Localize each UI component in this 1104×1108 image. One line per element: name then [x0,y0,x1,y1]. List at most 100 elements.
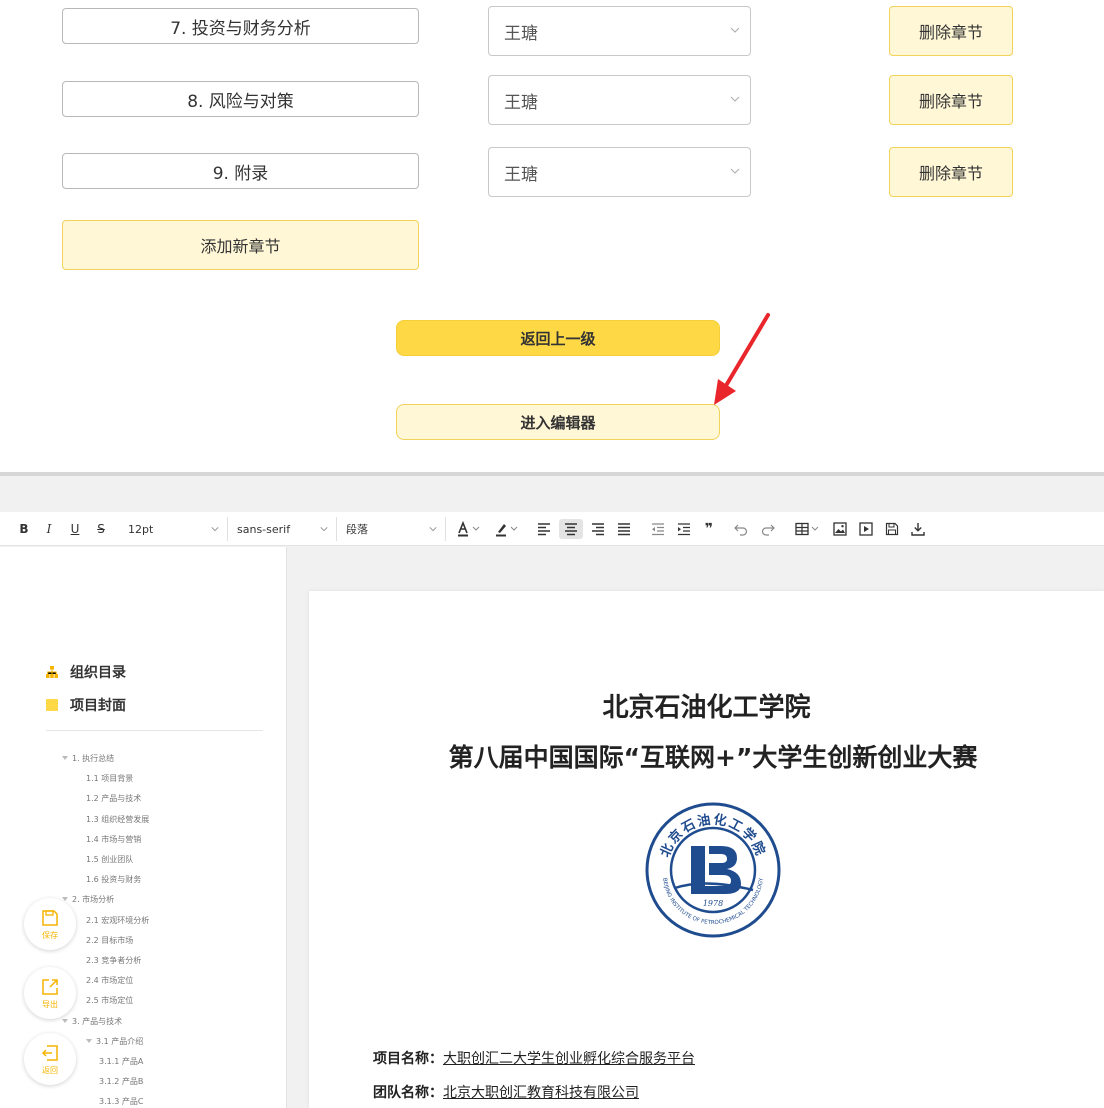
toc-item-label: 3.1.2 产品B [99,1077,144,1087]
chapter-author-select[interactable]: 王瑭 [488,147,751,197]
insert-image-button[interactable] [832,519,848,539]
insert-table-button[interactable] [793,519,823,539]
toc-item[interactable]: 1. 执行总结 [62,754,114,764]
undo-icon [734,524,748,536]
toc-item[interactable]: 3. 产品与技术 [62,1017,122,1027]
underline-button[interactable]: U [68,519,82,539]
org-directory-label: 组织目录 [70,665,126,681]
undo-button[interactable] [733,519,749,539]
toc-item-label: 2. 市场分析 [72,895,115,905]
toc-item[interactable]: 3.1.3 产品C [99,1097,143,1107]
insert-media-button[interactable] [858,519,874,539]
outdent-icon [652,523,664,536]
align-center-icon [565,523,577,536]
toc-item[interactable]: 2.3 竞争者分析 [86,956,141,966]
highlight-color-button[interactable] [490,519,524,539]
toc-item-label: 1.3 组织经营发展 [86,814,150,824]
delete-chapter-button[interactable]: 删除章节 [889,6,1013,56]
chapter-row: 9. 附录 王瑭 删除章节 [0,147,1104,197]
project-name-line: 项目名称：大职创汇二大学生创业孵化综合服务平台 [373,1048,695,1068]
paragraph-select[interactable]: 段落 [342,517,446,541]
chapter-title-input[interactable]: 9. 附录 [62,153,419,189]
author-select-value: 王瑭 [504,23,538,44]
redo-button[interactable] [760,519,776,539]
strikethrough-button[interactable]: S [94,519,108,539]
chapter-author-select[interactable]: 王瑭 [488,75,751,125]
save-float-button[interactable]: 保存 [24,898,76,950]
align-right-button[interactable] [590,519,606,539]
align-left-icon [538,523,550,536]
toc-item-label: 2.2 目标市场 [86,935,134,945]
back-float-button[interactable]: 返回 [24,1033,76,1085]
toc-item-label: 3.1 产品介绍 [96,1036,144,1046]
expand-caret-icon[interactable] [86,1038,92,1043]
export-float-button[interactable]: 导出 [24,967,76,1019]
outdent-button[interactable] [650,519,666,539]
add-chapter-button[interactable]: 添加新章节 [62,220,419,270]
italic-button[interactable]: I [42,519,56,539]
toc-item-label: 1.5 创业团队 [86,855,134,864]
chapter-title-input[interactable]: 8. 风险与对策 [62,81,419,117]
toc-item[interactable]: 2.1 宏观环境分析 [86,916,149,926]
font-family-select[interactable]: sans-serif [233,517,337,541]
image-icon [833,522,847,536]
delete-chapter-button[interactable]: 删除章节 [889,75,1013,125]
chapter-row: 7. 投资与财务分析 王瑭 删除章节 [0,3,1104,56]
align-right-icon [592,523,604,536]
align-left-button[interactable] [536,519,552,539]
outline-sidebar: 组织目录 项目封面 1. 执行总结 1.1 项目背景 1.2 产品与技术 1.3 组织… [0,547,287,1108]
toc-item[interactable]: 1.2 产品与技术 [86,794,141,804]
toc-item-label: 1. 执行总结 [72,754,115,763]
toc-item[interactable]: 2.4 市场定位 [86,976,133,986]
chapter-title-input[interactable]: 7. 投资与财务分析 [62,8,419,44]
font-color-icon [458,521,480,537]
indent-button[interactable] [676,519,692,539]
enter-editor-button[interactable]: 进入编辑器 [396,404,720,440]
toc-item-label: 1.2 产品与技术 [86,794,142,804]
font-family-value: sans-serif [237,522,291,536]
back-button[interactable]: 返回上一级 [396,320,720,356]
font-color-button[interactable] [452,519,486,539]
toc-item[interactable]: 3.1 产品介绍 [86,1037,143,1047]
blockquote-button[interactable]: ❞ [701,519,717,539]
delete-chapter-button[interactable]: 删除章节 [889,147,1013,197]
download-button[interactable] [910,519,926,539]
toc-item[interactable]: 3.1.1 产品A [99,1057,143,1067]
expand-caret-icon[interactable] [62,756,68,760]
toc-item-label: 2.4 市场定位 [86,976,134,986]
team-name-value: 北京大职创汇教育科技有限公司 [443,1085,639,1101]
font-size-select[interactable]: 12pt [124,517,228,541]
toc-item[interactable]: 1.1 项目背景 [86,774,133,784]
align-center-button[interactable] [559,519,583,539]
expand-caret-icon[interactable] [62,1018,68,1023]
chevron-down-icon [730,27,740,33]
justify-button[interactable] [616,519,632,539]
chapter-author-select[interactable]: 王瑭 [488,6,751,56]
document-page[interactable]: 北京石油化工学院 第八届中国国际“互联网+”大学生创新创业大赛 北京石油化工学院… [309,591,1104,1108]
export-float-label: 导出 [42,999,58,1009]
bold-button[interactable]: B [16,519,32,539]
toc-item-label: 3. 产品与技术 [72,1016,123,1026]
save-toolbar-button[interactable] [884,519,900,539]
sidebar-divider [46,730,263,731]
toc-item[interactable]: 1.6 投资与财务 [86,875,141,885]
export-icon [42,978,58,995]
toc-item[interactable]: 2.2 目标市场 [86,936,133,946]
logo-year: 1978 [703,899,723,908]
document-editor: B I U S 12pt sans-serif 段落 ❞ 组织目录 项目封面 1… [0,476,1104,1108]
toc-item[interactable]: 2. 市场分析 [62,895,114,905]
project-cover-link[interactable]: 项目封面 [46,695,126,715]
toc-item[interactable]: 2.5 市场定位 [86,996,133,1006]
return-icon [41,1044,58,1061]
org-chart-icon [46,666,58,678]
save-icon [42,909,58,926]
font-size-value: 12pt [128,522,154,536]
paragraph-value: 段落 [346,523,368,536]
toc-item-label: 1.4 市场与营销 [86,834,142,844]
toc-item[interactable]: 1.3 组织经营发展 [86,815,149,825]
toc-item-label: 1.6 投资与财务 [86,875,142,885]
toc-item[interactable]: 3.1.2 产品B [99,1077,143,1087]
org-directory-link[interactable]: 组织目录 [46,662,126,682]
toc-item[interactable]: 1.5 创业团队 [86,855,133,865]
toc-item[interactable]: 1.4 市场与营销 [86,835,141,845]
